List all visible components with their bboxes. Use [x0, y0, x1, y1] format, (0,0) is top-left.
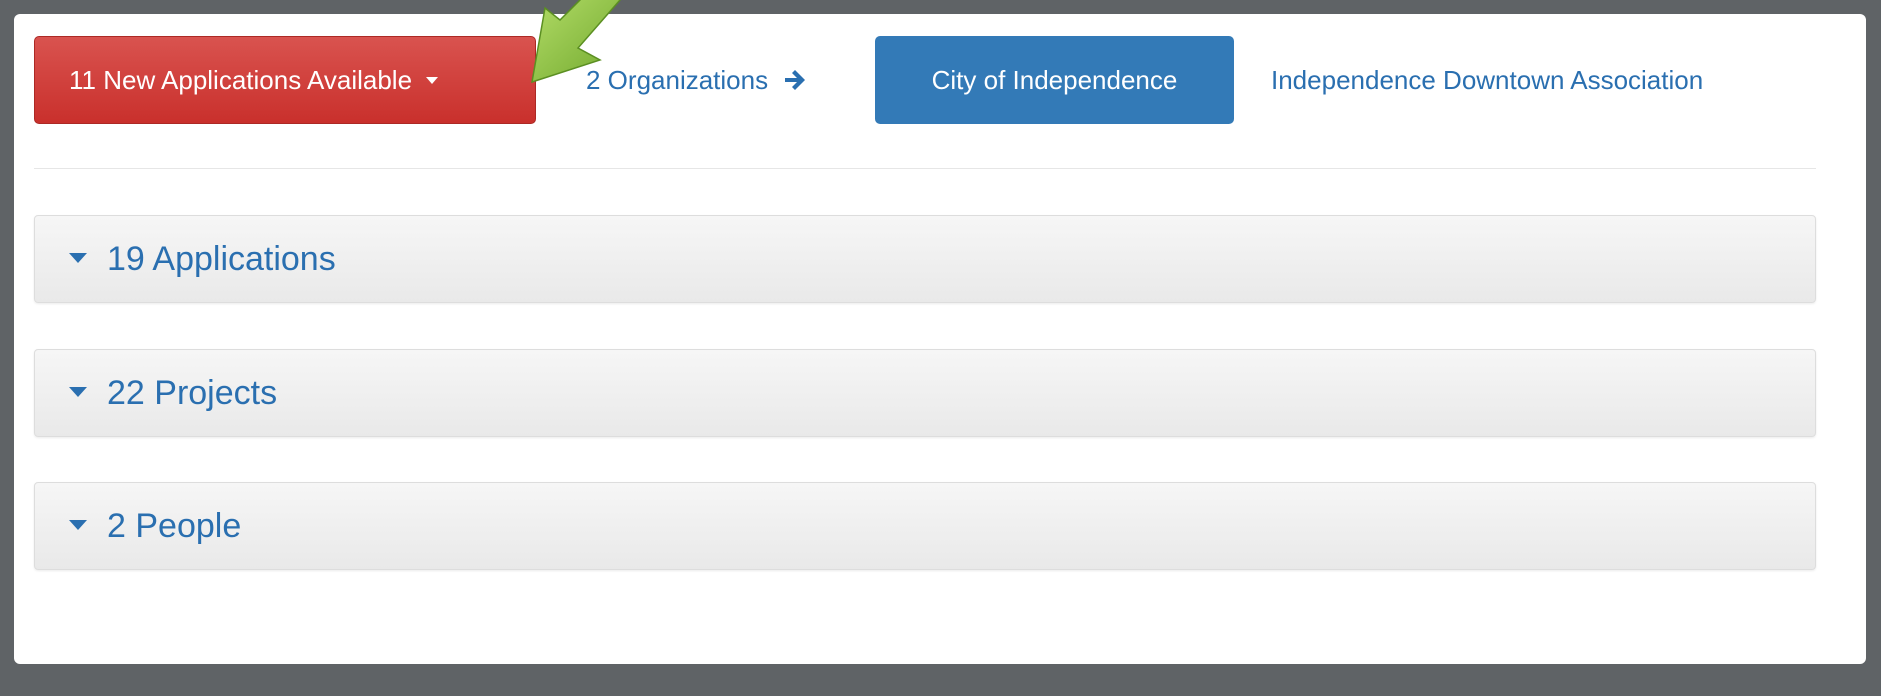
applications-panel[interactable]: 19 Applications [34, 215, 1816, 303]
divider [34, 168, 1816, 169]
triangle-down-icon [69, 520, 87, 531]
triangle-down-icon [69, 387, 87, 398]
toolbar: 11 New Applications Available 2 Organiza… [34, 36, 1834, 124]
projects-panel[interactable]: 22 Projects [34, 349, 1816, 437]
people-panel-toggle[interactable]: 2 People [69, 483, 241, 569]
new-applications-dropdown-button[interactable]: 11 New Applications Available [34, 36, 536, 124]
association-link-label: Independence Downtown Association [1271, 65, 1704, 95]
caret-down-icon [426, 76, 439, 84]
people-panel[interactable]: 2 People [34, 482, 1816, 570]
city-of-independence-button[interactable]: City of Independence [875, 36, 1234, 124]
applications-panel-toggle[interactable]: 19 Applications [69, 216, 336, 302]
projects-panel-toggle[interactable]: 22 Projects [69, 350, 277, 436]
city-button-label: City of Independence [931, 65, 1178, 95]
projects-panel-label: 22 Projects [107, 374, 278, 412]
people-panel-label: 2 People [107, 507, 242, 545]
annotation-arrow-icon [531, 0, 622, 84]
arrow-right-icon [785, 70, 806, 91]
triangle-down-icon [69, 253, 87, 264]
independence-downtown-association-link[interactable]: Independence Downtown Association [1271, 36, 1703, 124]
new-applications-label: 11 New Applications Available [69, 65, 413, 95]
applications-panel-label: 19 Applications [107, 240, 336, 278]
